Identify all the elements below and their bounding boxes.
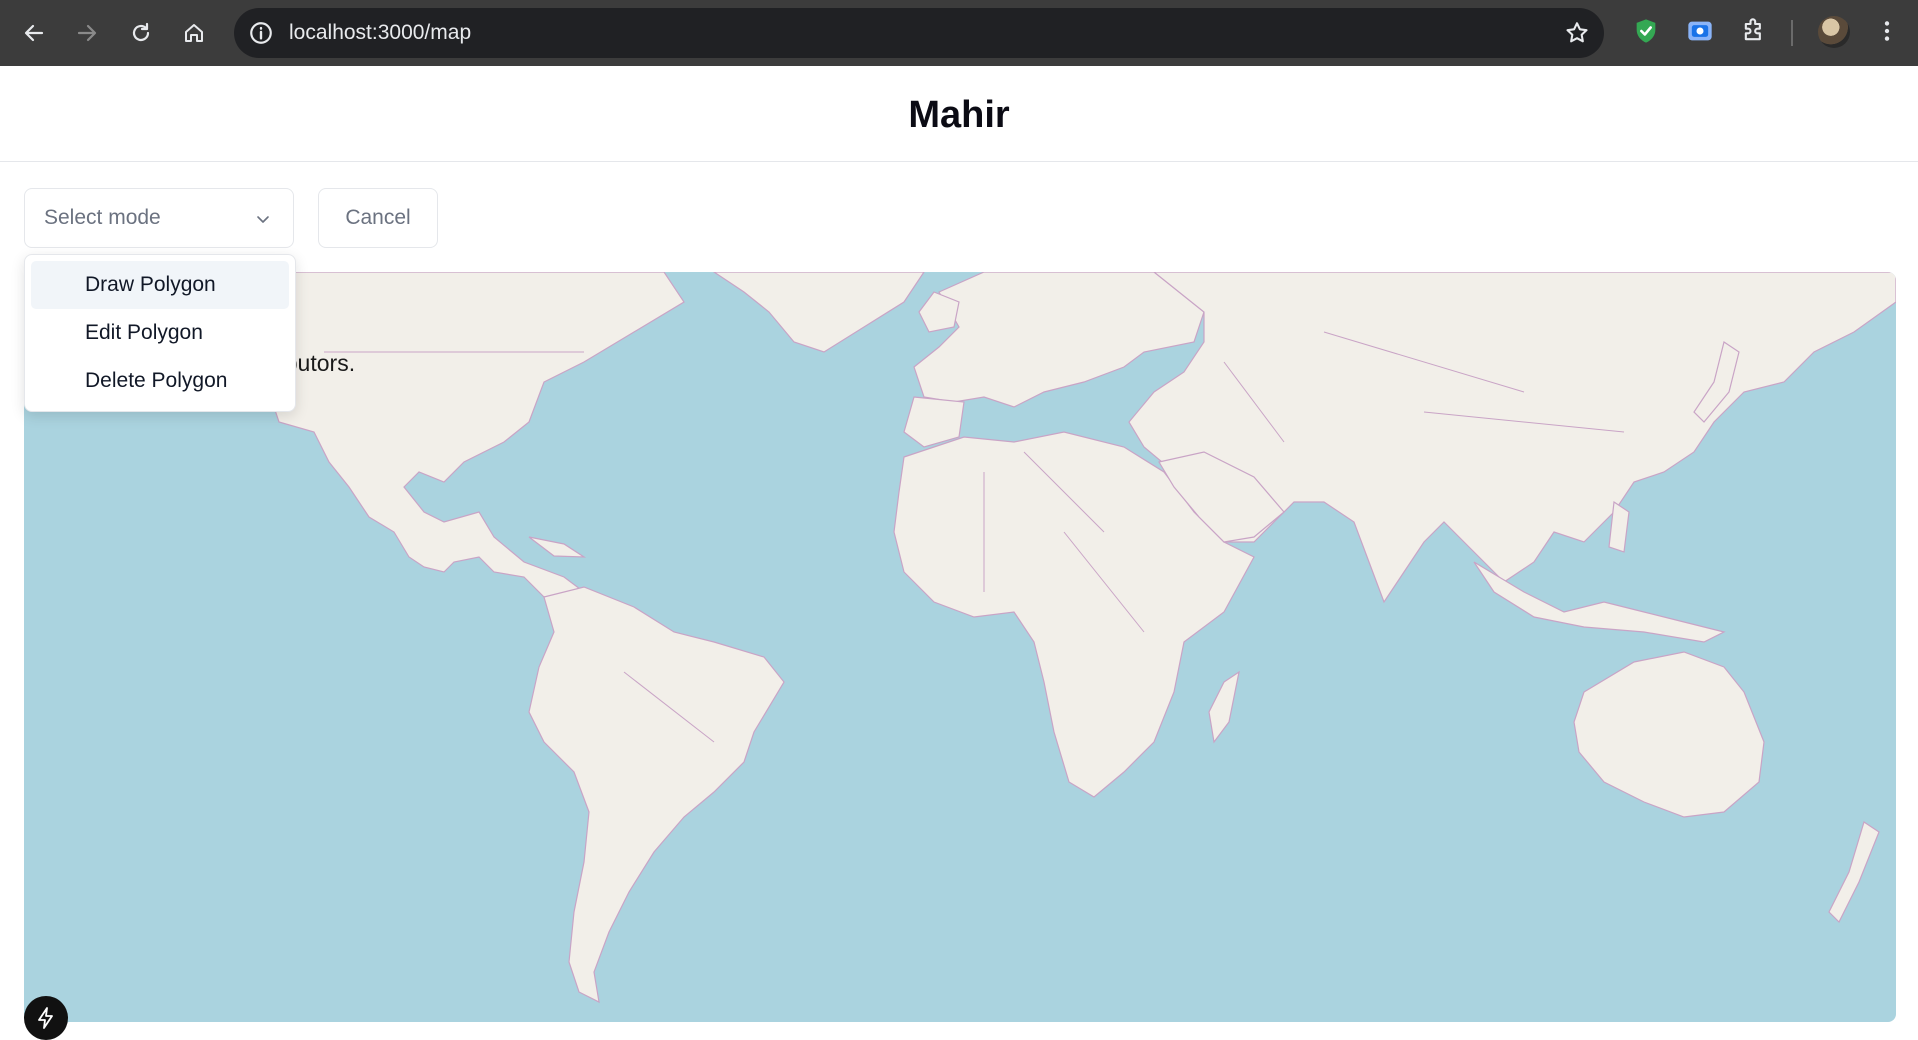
arrow-right-icon: [77, 24, 97, 42]
menu-item-label: Edit Polygon: [85, 321, 203, 344]
south-america-landmass: [528, 586, 785, 1004]
menu-item-delete-polygon[interactable]: Delete Polygon: [31, 357, 289, 405]
page-title: Mahir: [908, 94, 1010, 136]
info-icon[interactable]: [248, 20, 274, 46]
mode-select-placeholder: Select mode: [44, 206, 161, 229]
home-icon: [185, 24, 203, 42]
kebab-menu-icon: [1884, 21, 1890, 41]
menu-item-label: Draw Polygon: [85, 273, 216, 296]
profile-avatar[interactable]: [1818, 16, 1850, 48]
browser-menu-button[interactable]: [1871, 15, 1903, 47]
home-button[interactable]: [174, 13, 214, 53]
screenshot-icon: [1688, 21, 1712, 41]
menu-item-label: Delete Polygon: [85, 369, 228, 392]
app-header: Mahir: [0, 66, 1918, 162]
menu-item-draw-polygon[interactable]: Draw Polygon: [31, 261, 289, 309]
arrow-left-icon: [24, 24, 44, 42]
puzzle-icon: [1744, 18, 1761, 41]
mode-select[interactable]: Select mode: [24, 188, 294, 248]
mode-dropdown-menu: Draw Polygon Edit Polygon Delete Polygon: [24, 254, 296, 412]
star-icon[interactable]: [1564, 20, 1590, 46]
url-text[interactable]: localhost:3000/map: [289, 21, 471, 45]
shield-icon: [1636, 19, 1656, 43]
chevron-down-icon: [257, 216, 269, 223]
forward-button[interactable]: [67, 13, 107, 53]
back-button[interactable]: [14, 13, 54, 53]
reload-icon: [132, 22, 150, 42]
cancel-button[interactable]: Cancel: [318, 188, 438, 248]
toolbar-separator: [1791, 20, 1793, 46]
screenshot-extension-button[interactable]: [1684, 15, 1716, 47]
extensions-button[interactable]: [1738, 15, 1770, 47]
new-zealand-landmass: [1828, 821, 1880, 924]
reload-button[interactable]: [121, 13, 161, 53]
madagascar-landmass: [1208, 670, 1240, 744]
shield-extension-button[interactable]: [1630, 15, 1662, 47]
caribbean-landmass: [528, 536, 587, 558]
greenland-landmass: [712, 272, 925, 353]
menu-item-edit-polygon[interactable]: Edit Polygon: [31, 309, 289, 357]
map-tiles[interactable]: [24, 272, 1896, 1022]
europe-landmass: [913, 272, 1205, 408]
address-bar[interactable]: localhost:3000/map: [234, 8, 1604, 58]
world-map[interactable]: ributors.: [24, 272, 1896, 1022]
browser-toolbar: localhost:3000/map: [0, 0, 1918, 66]
australia-landmass: [1573, 651, 1765, 818]
devtools-badge[interactable]: [24, 996, 68, 1040]
bolt-icon: [38, 1007, 53, 1029]
